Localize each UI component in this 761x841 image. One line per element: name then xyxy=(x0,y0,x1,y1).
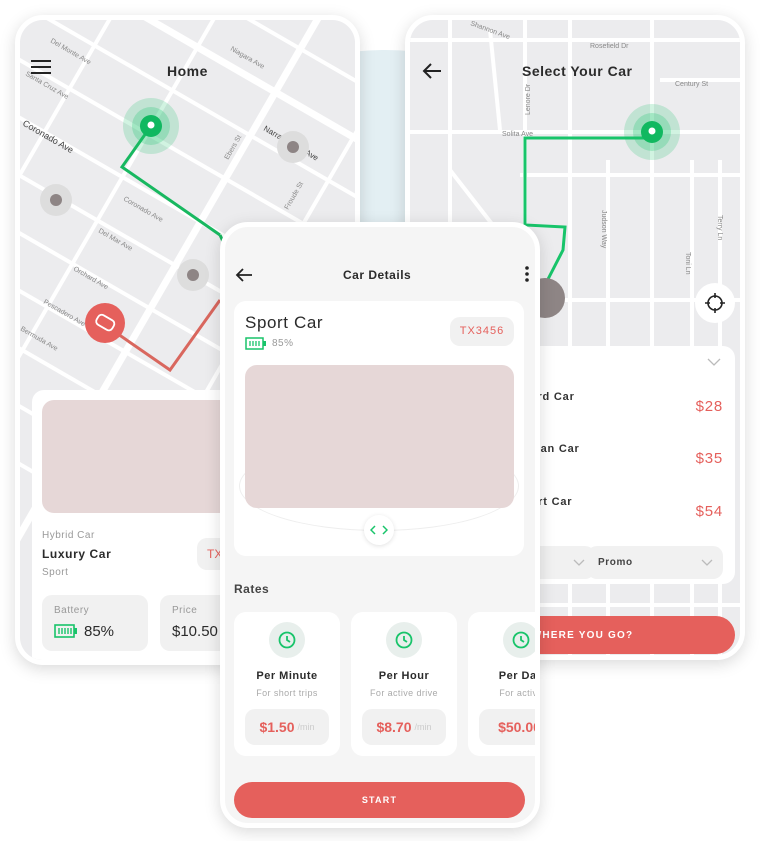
rate-name: Per Minute xyxy=(256,670,318,682)
rate-desc: For short trips xyxy=(256,688,318,698)
chevron-down-icon xyxy=(573,559,585,566)
car-option-price: $28 xyxy=(695,398,723,415)
selected-car-icon[interactable] xyxy=(85,303,125,343)
back-arrow-icon[interactable] xyxy=(422,62,442,80)
car-image xyxy=(42,400,242,513)
rate-price: $1.50/min xyxy=(245,709,329,745)
more-options-icon[interactable] xyxy=(524,265,530,283)
car-marker-icon[interactable] xyxy=(177,259,209,291)
street-label: Century St xyxy=(675,81,708,88)
rate-price-value: $1.50 xyxy=(259,719,295,735)
rate-card-per-minute[interactable]: Per Minute For short trips $1.50/min xyxy=(234,612,340,756)
car-marker-icon[interactable] xyxy=(40,184,72,216)
price-value: $10.50 xyxy=(172,623,218,640)
rate-name: Per Hour xyxy=(378,670,430,682)
battery-box: Battery 85% xyxy=(42,595,148,651)
destination-pin-icon[interactable] xyxy=(140,115,162,137)
locate-me-button[interactable] xyxy=(695,283,735,323)
menu-button[interactable] xyxy=(30,58,52,81)
hamburger-icon xyxy=(31,60,51,74)
chevron-down-icon xyxy=(701,559,713,566)
promo-dropdown[interactable]: Promo xyxy=(587,546,723,579)
battery-value: 85% xyxy=(84,623,115,640)
clock-icon xyxy=(395,631,413,649)
rate-card-per-day[interactable]: Per Day For active $50.00 xyxy=(468,612,540,756)
rate-card-per-hour[interactable]: Per Hour For active drive $8.70/min xyxy=(351,612,457,756)
chevron-left-right-icon xyxy=(370,525,388,535)
car-marker-icon[interactable] xyxy=(277,131,309,163)
rotate-control[interactable] xyxy=(364,515,394,545)
car-name: Luxury Car xyxy=(42,547,112,561)
rate-price-value: $50.00 xyxy=(498,719,540,735)
rate-price: $8.70/min xyxy=(362,709,446,745)
street-label: Lenore Dr xyxy=(525,83,532,115)
page-title: Car Details xyxy=(343,268,412,282)
rate-price: $50.00 xyxy=(479,709,540,745)
page-title: Home xyxy=(167,63,208,79)
rate-desc: For active xyxy=(499,688,540,698)
car-option-price: $35 xyxy=(695,450,723,467)
back-arrow-icon[interactable] xyxy=(235,267,253,283)
promo-label: Promo xyxy=(598,557,633,568)
car-image xyxy=(245,365,514,508)
rate-desc: For active drive xyxy=(370,688,438,698)
car-detail-card: Sport Car 85% TX3456 xyxy=(234,301,524,556)
page-title: Select Your Car xyxy=(522,63,633,79)
car-category: Hybrid Car xyxy=(42,530,95,541)
battery-value: 85% xyxy=(272,338,294,349)
rate-unit: /min xyxy=(297,722,315,732)
price-label: Price xyxy=(172,605,198,616)
destination-pin-icon[interactable] xyxy=(641,121,663,143)
street-label: Rosefield Dr xyxy=(590,43,629,50)
rate-price-value: $8.70 xyxy=(376,719,412,735)
car-details-screen: Car Details Sport Car 85% TX3456 Rates P… xyxy=(220,222,540,828)
battery-label: Battery xyxy=(54,605,90,616)
car-option-price: $54 xyxy=(695,503,723,520)
plate-badge: TX3456 xyxy=(450,317,514,346)
battery-icon xyxy=(54,624,77,638)
rate-unit: /min xyxy=(414,722,432,732)
crosshair-icon xyxy=(705,293,725,313)
clock-icon xyxy=(512,631,530,649)
clock-icon xyxy=(278,631,296,649)
start-button[interactable]: START xyxy=(234,782,525,818)
street-label: Terry Ln xyxy=(716,215,723,240)
battery-icon xyxy=(245,337,266,350)
car-type: Sport xyxy=(42,567,69,578)
street-label: Judson Way xyxy=(600,210,607,249)
rates-heading: Rates xyxy=(234,582,270,596)
street-label: Toni Ln xyxy=(684,252,691,275)
rate-name: Per Day xyxy=(498,670,540,682)
chevron-down-icon[interactable] xyxy=(707,358,721,366)
car-name: Sport Car xyxy=(245,313,324,332)
